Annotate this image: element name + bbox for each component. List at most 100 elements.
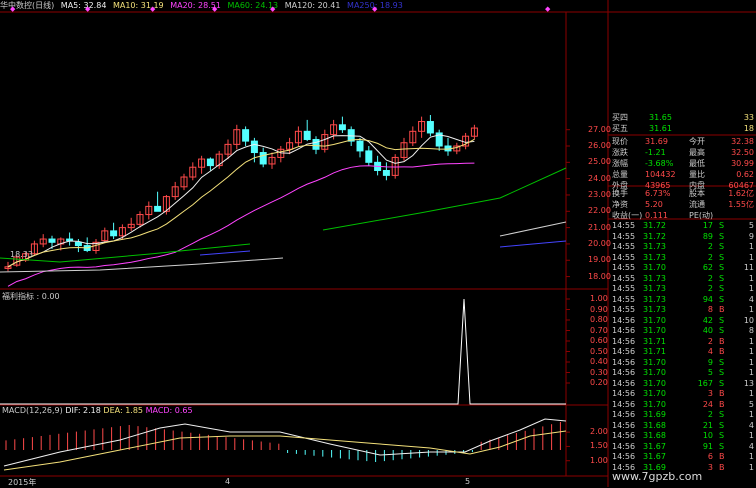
tick-n: 5 [748, 399, 754, 409]
tick-v: 62 [702, 263, 713, 272]
stat-l1: 现价 [612, 137, 628, 146]
tick-t: 14:56 [612, 357, 636, 367]
ma250-line-left [199, 250, 251, 256]
tick-row: 14:56 31.68 21 S 4 [609, 421, 756, 432]
tick-n: 5 [748, 221, 754, 230]
tick-v: 40 [702, 326, 713, 335]
tick-s: S [719, 294, 725, 304]
price-tick: 25.00 [588, 157, 611, 167]
stat-v1: 6.73% [645, 189, 671, 198]
tick-n: 1 [748, 273, 754, 283]
tick-row: 14:56 31.67 91 S 4 [609, 442, 756, 453]
stat-v1: 104432 [645, 170, 676, 179]
tick-n: 1 [748, 452, 754, 461]
candle-body [74, 241, 82, 247]
tick-row: 14:55 31.73 8 B 1 [609, 305, 756, 316]
tick-n: 1 [748, 389, 754, 398]
tick-n: 1 [748, 368, 754, 377]
tick-row: 14:56 31.67 6 B 1 [609, 452, 756, 463]
marker-icon: ◆ [270, 5, 276, 13]
tick-p: 31.73 [643, 305, 666, 314]
ma60-line-right [322, 167, 567, 231]
price-tick: 27.00 [588, 124, 611, 134]
indicator-tick: 0.40 [590, 357, 608, 366]
tick-p: 31.72 [643, 221, 666, 230]
watermark: www.7gpzb.com [612, 470, 703, 483]
tick-t: 14:56 [612, 399, 636, 409]
tick-t: 14:56 [612, 368, 636, 377]
candle-body [312, 138, 320, 150]
candle-body [110, 230, 118, 237]
bid5-label: 买五 [612, 124, 628, 133]
tick-n: 1 [748, 431, 754, 440]
tick-v: 2 [707, 284, 713, 293]
tick-v: 2 [707, 252, 713, 262]
ma250-line-right [499, 240, 567, 248]
stat-row: 净资 5.20 流通 1.55亿 [609, 199, 756, 210]
tick-row: 14:55 31.72 17 S 5 [609, 221, 756, 232]
bid5-row: 买五 31.61 18 [609, 123, 756, 134]
tick-p: 31.73 [643, 284, 666, 293]
tick-n: 1 [748, 242, 754, 251]
tick-p: 31.70 [643, 389, 666, 398]
price-tick: 21.00 [588, 222, 611, 232]
price-tick: 20.00 [588, 238, 611, 248]
tick-p: 31.70 [643, 357, 666, 367]
candle-body [250, 140, 258, 154]
tick-n: 8 [748, 326, 754, 335]
tick-row: 14:55 31.73 2 S 1 [609, 274, 756, 285]
tick-p: 31.68 [643, 431, 666, 440]
stat-row: 涨跌 -1.21 最高 32.50 [609, 147, 756, 158]
tick-p: 31.67 [643, 452, 666, 461]
tick-p: 31.72 [643, 231, 666, 241]
stat-row: 换手 6.73% 股本 1.62亿 [609, 188, 756, 199]
tick-n: 1 [748, 305, 754, 314]
tick-n: 4 [748, 294, 754, 304]
tick-v: 21 [702, 420, 713, 430]
tick-row: 14:55 31.73 2 S 1 [609, 284, 756, 295]
stat-row: 收益(一) 0.111 PE(动) [609, 210, 756, 221]
stat-v2: 1.55亿 [728, 200, 754, 209]
tick-n: 1 [748, 284, 754, 293]
marker-icon: ◆ [150, 5, 156, 13]
tick-n: 9 [748, 231, 754, 241]
tick-t: 14:56 [612, 378, 636, 388]
tick-p: 31.70 [643, 263, 666, 272]
candle-body [356, 140, 364, 152]
tick-v: 2 [707, 410, 713, 419]
stat-v1: 31.69 [645, 137, 668, 146]
tick-row: 14:56 31.71 4 B 1 [609, 347, 756, 358]
marker-icon: ◆ [372, 5, 378, 13]
candle-body [338, 124, 346, 131]
price-tick: 26.00 [588, 141, 611, 150]
tick-t: 14:55 [612, 305, 636, 314]
tick-v: 10 [702, 431, 713, 440]
tick-n: 1 [748, 357, 754, 367]
tick-t: 14:56 [612, 420, 636, 430]
stat-l1: 净资 [612, 200, 628, 209]
tick-row: 14:56 31.70 40 S 8 [609, 326, 756, 337]
low-price-marker: 18.33 [10, 250, 33, 259]
date-april: 4 [225, 477, 231, 486]
stat-l2: 量比 [689, 170, 705, 179]
tick-row: 14:55 31.73 2 S 1 [609, 253, 756, 264]
marker-icon: ◆ [545, 5, 551, 13]
tick-s: S [719, 263, 725, 272]
price-tick: 19.00 [588, 255, 611, 265]
tick-n: 1 [748, 252, 754, 262]
indicator-tick: 0.80 [590, 315, 608, 324]
bid4-row: 买四 31.65 33 [609, 112, 756, 123]
stat-v1: 0.111 [645, 211, 668, 220]
tick-s: B [719, 452, 725, 461]
tick-p: 31.73 [643, 242, 666, 251]
tick-t: 14:56 [612, 410, 636, 419]
tick-v: 9 [707, 357, 713, 367]
tick-row: 14:56 31.70 42 S 10 [609, 316, 756, 327]
candle-body [259, 152, 267, 165]
macd-header: MACD(12,26,9) DIF: 2.18 DEA: 1.85 MACD: … [2, 406, 193, 415]
marker-icon: ◆ [212, 5, 218, 13]
tick-t: 14:56 [612, 326, 636, 335]
tick-row: 14:55 31.73 2 S 1 [609, 242, 756, 253]
tick-s: S [719, 273, 725, 283]
tick-row: 14:56 31.70 167 S 13 [609, 379, 756, 390]
